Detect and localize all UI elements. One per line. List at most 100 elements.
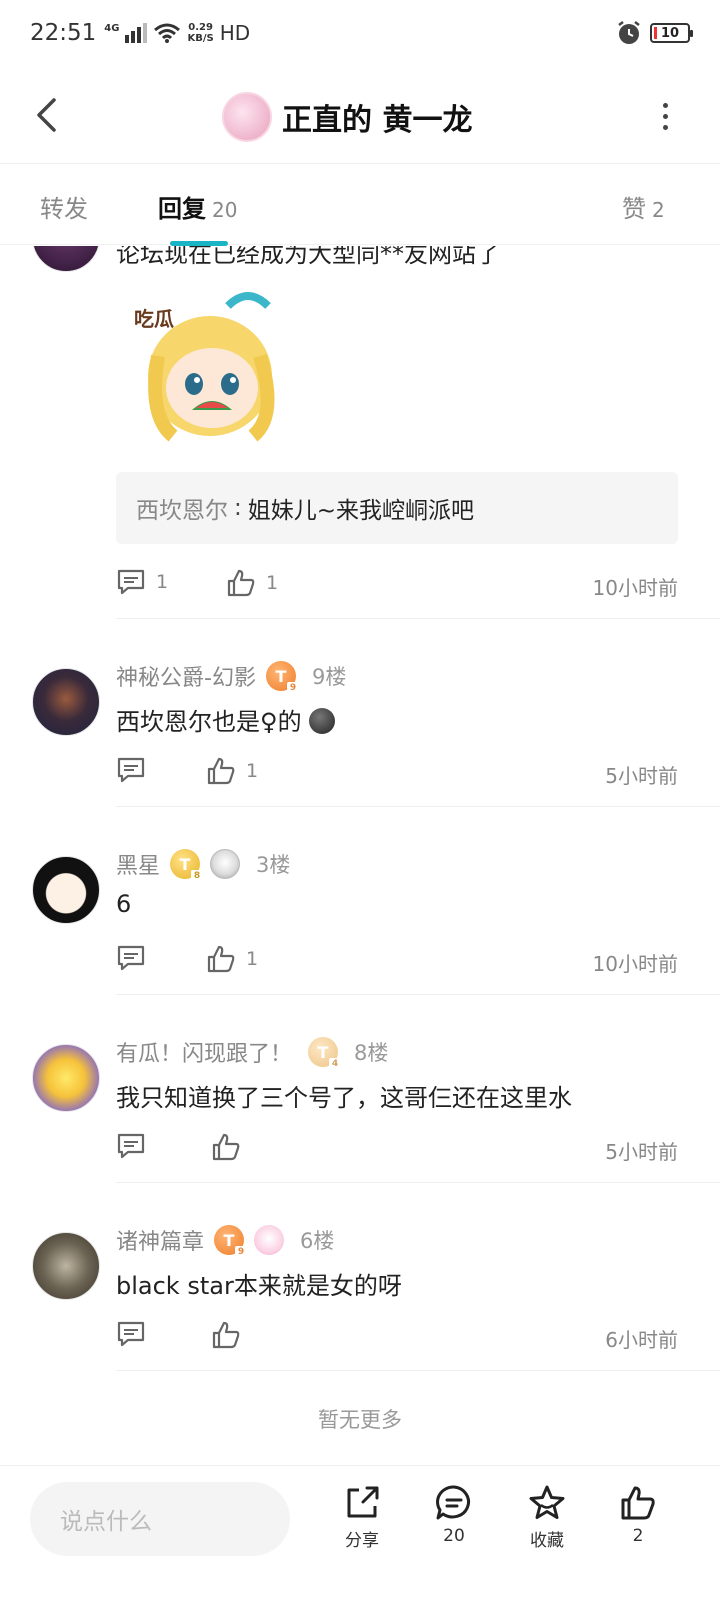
status-left: 22:51 4G 0.29 KB/S HD [30, 20, 250, 46]
comment-actions: 1 10小时前 [116, 940, 678, 980]
comment-icon [117, 1321, 145, 1347]
clock: 22:51 [30, 20, 97, 46]
more-options-button[interactable] [650, 94, 680, 138]
timestamp: 10小时前 [592, 576, 678, 600]
like-button[interactable]: 1 [206, 756, 258, 786]
network-type: 4G [104, 22, 120, 34]
thumbs-up-icon [207, 945, 235, 973]
timestamp: 5小时前 [605, 764, 678, 788]
reply-button[interactable] [116, 756, 146, 784]
input-placeholder: 说点什么 [60, 1509, 152, 1535]
net-speed: 0.29 KB/S [187, 22, 213, 44]
tab-replies[interactable]: 回复 20 [158, 189, 237, 224]
comment-bubble-icon [436, 1485, 470, 1520]
comment-text: 6 [116, 890, 132, 918]
avatar[interactable] [222, 92, 272, 142]
timestamp: 6小时前 [605, 1328, 678, 1352]
status-bar: 22:51 4G 0.29 KB/S HD 10 [0, 0, 720, 70]
share-button[interactable]: 分享 [322, 1484, 402, 1551]
comment-icon [117, 1133, 145, 1159]
comment-icon [117, 569, 145, 595]
like-post-button[interactable]: 2 [598, 1484, 678, 1546]
alarm-icon [618, 21, 640, 44]
avatar[interactable] [32, 668, 100, 736]
comment-text: 论坛现在已经成为大型同**友网站了 [116, 246, 500, 268]
share-label: 分享 [345, 1531, 379, 1551]
favorite-button[interactable]: 收藏 [507, 1484, 587, 1551]
floor-number: 6楼 [300, 1229, 335, 1253]
username[interactable]: 黑星 [116, 848, 160, 880]
tab-label: 赞 [622, 195, 646, 223]
signal-icon [125, 23, 148, 43]
active-tab-indicator [170, 241, 228, 246]
floor-number: 8楼 [354, 1041, 389, 1065]
reply-button[interactable] [116, 1132, 146, 1160]
comment-input[interactable]: 说点什么 [30, 1482, 290, 1556]
floor-number: 3楼 [256, 853, 291, 877]
reply-button[interactable] [116, 944, 146, 972]
level-number: 9 [286, 682, 299, 694]
comment-header: 黑星 T8 3楼 [116, 848, 291, 882]
comments-button[interactable]: 20 [414, 1484, 494, 1546]
tab-repost[interactable]: 转发 [40, 189, 88, 224]
like-button[interactable] [211, 1132, 251, 1162]
comment-header: 有瓜！闪现跟了！ T4 8楼 [116, 1036, 389, 1070]
page-title: 正直的 黄一龙 [282, 103, 473, 138]
divider [116, 994, 720, 995]
level-number: 8 [191, 870, 204, 882]
tab-label: 回复 [158, 195, 206, 223]
like-count: 1 [266, 572, 279, 594]
favorite-label: 收藏 [530, 1531, 564, 1551]
battery-value: 10 [660, 25, 680, 41]
back-button[interactable] [28, 90, 64, 140]
comment-header: 神秘公爵-幻影 T9 9楼 [116, 660, 346, 694]
speed-value: 0.29 [188, 22, 213, 33]
sticker-image: 吃瓜 [134, 292, 275, 442]
avatar[interactable] [32, 1044, 100, 1112]
username[interactable]: 有瓜！闪现跟了！ [116, 1036, 292, 1068]
divider [116, 618, 720, 619]
tab-bar: 转发 回复 20 赞 2 [0, 165, 720, 246]
reply-button[interactable] [116, 1320, 146, 1348]
thumbs-up-icon [212, 1133, 240, 1161]
level-number: 4 [329, 1058, 342, 1070]
like-button[interactable]: 1 [226, 568, 278, 598]
comment-text: 我只知道换了三个号了，这哥仨还在这里水 [116, 1084, 572, 1112]
comment-list[interactable]: 论坛现在已经成为大型同**友网站了 吃瓜 西坎恩尔 : 姐妹儿~来我崆峒派吧 1… [0, 246, 720, 1466]
more-dot [662, 124, 668, 130]
more-dot [662, 102, 668, 108]
comment-actions: 1 5小时前 [116, 752, 678, 792]
header-user[interactable]: 正直的 黄一龙 [222, 82, 472, 152]
quote-text: 姐妹儿~来我崆峒派吧 [247, 498, 475, 524]
avatar[interactable] [32, 246, 100, 272]
medal-icon [210, 849, 241, 879]
comment-header: 诸神篇章 T9 6楼 [116, 1224, 335, 1258]
level-number: 9 [235, 1246, 248, 1258]
like-button[interactable]: 1 [206, 944, 258, 974]
wifi-icon [154, 23, 181, 43]
comment-text: black star本来就是女的呀 [116, 1272, 402, 1300]
avatar[interactable] [32, 856, 100, 924]
quote-separator: : [234, 495, 242, 521]
battery-level [654, 27, 657, 39]
reply-button[interactable]: 1 [116, 568, 168, 596]
divider [116, 1370, 720, 1371]
avatar[interactable] [32, 1232, 100, 1300]
medal-icon [254, 1225, 285, 1255]
like-button[interactable] [211, 1320, 251, 1350]
username[interactable]: 神秘公爵-幻影 [116, 660, 256, 692]
username[interactable]: 诸神篇章 [116, 1224, 204, 1256]
chevron-left-icon [37, 98, 56, 132]
thumbs-up-icon [207, 757, 235, 785]
quoted-reply[interactable]: 西坎恩尔 : 姐妹儿~来我崆峒派吧 [116, 472, 678, 544]
tab-count: 20 [212, 198, 238, 222]
tab-likes[interactable]: 赞 2 [622, 189, 665, 224]
star-icon [529, 1485, 565, 1519]
quote-author[interactable]: 西坎恩尔 [136, 491, 228, 525]
divider [116, 806, 720, 807]
svg-text:吃瓜: 吃瓜 [134, 307, 174, 331]
divider [116, 1182, 720, 1183]
timestamp: 10小时前 [592, 952, 678, 976]
header: 正直的 黄一龙 [0, 70, 720, 164]
comment-actions: 1 1 10小时前 [116, 564, 678, 604]
